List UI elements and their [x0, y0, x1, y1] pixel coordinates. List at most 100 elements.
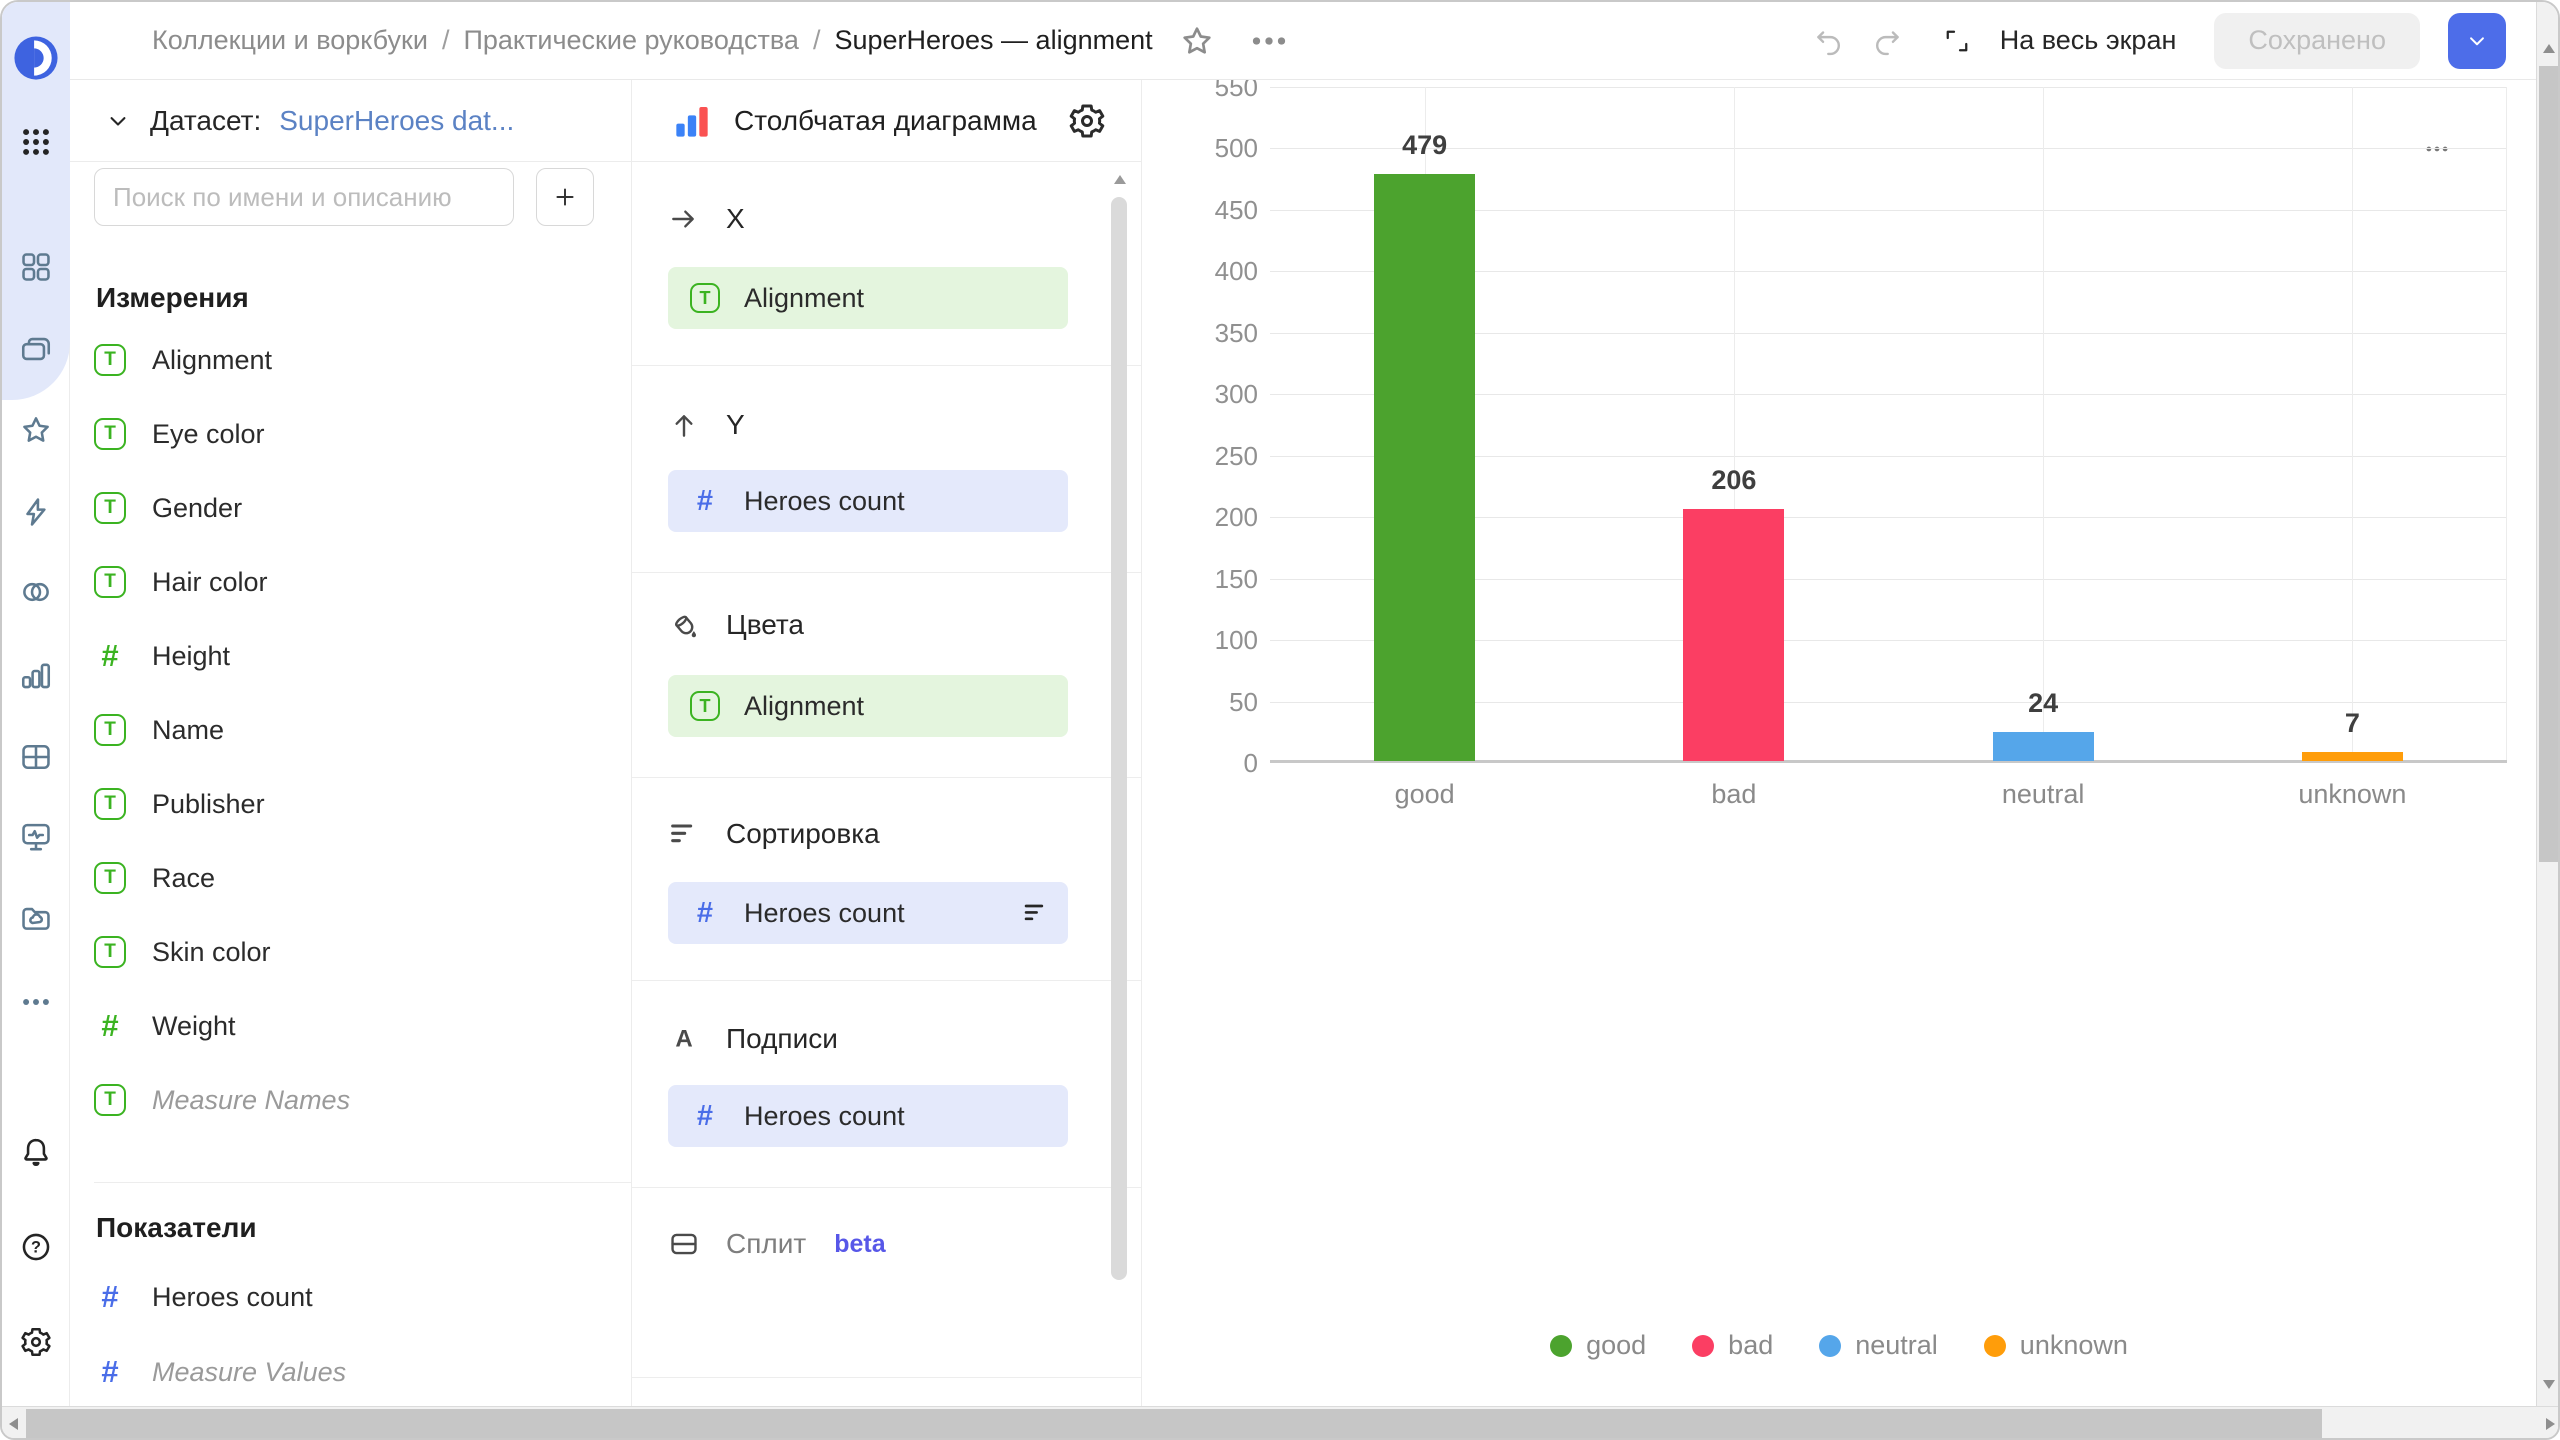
bar-neutral[interactable] — [1993, 732, 2094, 761]
field-label: Alignment — [152, 345, 272, 376]
field-item[interactable]: #Heroes count — [94, 1260, 594, 1334]
chip-x-alignment[interactable]: TAlignment — [668, 267, 1068, 329]
page-title: SuperHeroes — alignment — [834, 25, 1152, 56]
sidebar-table-icon[interactable] — [19, 740, 53, 774]
beta-badge: beta — [834, 1230, 885, 1259]
horizontal-scrollbar-thumb[interactable] — [26, 1409, 2322, 1440]
dataset-panel: Датасет: SuperHeroes dat... Измерения TA… — [70, 80, 632, 1406]
scroll-down-arrow[interactable] — [2543, 1380, 2555, 1389]
field-item[interactable]: THair color — [94, 545, 594, 619]
scroll-left-arrow[interactable] — [9, 1418, 18, 1430]
legend-item-neutral[interactable]: neutral — [1819, 1330, 1938, 1361]
sidebar-ellipsis-icon[interactable] — [19, 985, 53, 1019]
sidebar-star-icon[interactable] — [19, 413, 53, 447]
sidebar-folder-cloud-icon[interactable] — [19, 902, 53, 936]
scroll-right-arrow[interactable] — [2546, 1418, 2555, 1430]
vertical-scrollbar-thumb[interactable] — [2539, 66, 2560, 862]
horizontal-scrollbar[interactable] — [2, 1406, 2560, 1440]
sidebar-collections-icon[interactable] — [19, 332, 53, 366]
gridline — [1270, 87, 2507, 88]
text-field-icon: T — [94, 492, 126, 524]
field-item[interactable]: TPublisher — [94, 767, 594, 841]
chip-label: Heroes count — [744, 898, 905, 929]
text-field-icon: T — [94, 714, 126, 746]
field-item[interactable]: TSkin color — [94, 915, 594, 989]
sidebar-help-icon[interactable]: ? — [19, 1230, 53, 1264]
divider — [632, 980, 1141, 981]
top-bar: Коллекции и воркбуки / Практические руково… — [70, 2, 2536, 80]
fullscreen-label[interactable]: На весь экран — [2000, 25, 2177, 56]
field-item[interactable]: #Height — [94, 619, 594, 693]
sidebar-bell-icon[interactable] — [19, 1135, 53, 1169]
bar-good[interactable] — [1374, 174, 1475, 761]
chart-type-label[interactable]: Столбчатая диаграмма — [734, 105, 1037, 137]
field-search-input[interactable] — [94, 168, 514, 226]
config-scrollbar-thumb[interactable] — [1111, 197, 1127, 1280]
breadcrumb-separator: / — [442, 25, 450, 56]
legend-color-dot — [1692, 1335, 1714, 1357]
number-field-icon: # — [94, 1354, 126, 1390]
sidebar-gear-icon[interactable] — [19, 1325, 53, 1359]
chip-labels-heroes-count[interactable]: #Heroes count — [668, 1085, 1068, 1147]
field-item[interactable]: TMeasure Names — [94, 1063, 594, 1137]
save-dropdown-button[interactable] — [2448, 13, 2506, 69]
chart-settings-icon[interactable] — [1067, 101, 1107, 141]
sidebar-monitor-icon[interactable] — [19, 820, 53, 854]
legend-color-dot — [1819, 1335, 1841, 1357]
section-sort: Сортировка — [668, 814, 880, 854]
chip-y-heroes-count[interactable]: #Heroes count — [668, 470, 1068, 532]
entry-more-menu-icon[interactable] — [1249, 21, 1289, 61]
favorite-star-icon[interactable] — [1179, 23, 1215, 59]
redo-icon[interactable] — [1872, 25, 1904, 57]
chip-sort-heroes-count[interactable]: #Heroes count — [668, 882, 1068, 944]
left-nav-rail: ? — [2, 2, 70, 1406]
sidebar-apps-grid-icon[interactable] — [19, 125, 53, 159]
sidebar-dashboards-icon[interactable] — [19, 250, 53, 284]
field-label: Race — [152, 863, 215, 894]
section-y: Y — [668, 405, 745, 445]
field-item[interactable]: #Weight — [94, 989, 594, 1063]
add-field-button[interactable] — [536, 168, 594, 226]
undo-icon[interactable] — [1812, 25, 1844, 57]
field-item[interactable]: #Measure Values — [94, 1335, 594, 1409]
legend-item-unknown[interactable]: unknown — [1984, 1330, 2128, 1361]
sort-direction-icon[interactable] — [1022, 899, 1050, 927]
config-scroll-up-arrow[interactable] — [1114, 175, 1126, 184]
datalens-logo-icon[interactable] — [13, 35, 59, 81]
breadcrumb-item[interactable]: Коллекции и воркбуки — [152, 25, 428, 56]
svg-text:?: ? — [31, 1239, 41, 1257]
legend-label: unknown — [2020, 1330, 2128, 1361]
field-item[interactable]: TGender — [94, 471, 594, 545]
chip-colors-alignment[interactable]: TAlignment — [668, 675, 1068, 737]
chevron-down-icon[interactable] — [104, 107, 132, 135]
saved-button[interactable]: Сохранено — [2214, 13, 2420, 69]
field-item[interactable]: TRace — [94, 841, 594, 915]
x-axis-category-label: unknown — [2242, 779, 2462, 810]
field-item[interactable]: TName — [94, 693, 594, 767]
y-axis-tick-label: 50 — [1144, 687, 1258, 718]
sidebar-bar-chart-icon[interactable] — [19, 658, 53, 692]
bar-bad[interactable] — [1683, 509, 1784, 761]
dataset-name-link[interactable]: SuperHeroes dat... — [279, 105, 514, 137]
fullscreen-icon[interactable] — [1942, 26, 1972, 56]
chart-panel: 050100150200250300350400450500550 479206… — [1142, 80, 2536, 1406]
chart-type-header: Столбчатая диаграмма — [632, 80, 1141, 162]
legend-item-good[interactable]: good — [1550, 1330, 1646, 1361]
field-item[interactable]: TEye color — [94, 397, 594, 471]
section-split: Сплитbeta — [668, 1224, 886, 1264]
field-label: Weight — [152, 1011, 236, 1042]
legend-item-bad[interactable]: bad — [1692, 1330, 1773, 1361]
split-icon — [668, 1228, 700, 1260]
field-item[interactable]: TAlignment — [94, 323, 594, 397]
number-field-icon: # — [94, 638, 126, 674]
sidebar-circles-icon[interactable] — [19, 575, 53, 609]
sidebar-lightning-icon[interactable] — [19, 495, 53, 529]
y-axis-tick-label: 200 — [1144, 502, 1258, 533]
breadcrumb-item[interactable]: Практические руководства — [463, 25, 798, 56]
vertical-scrollbar[interactable] — [2536, 2, 2560, 1406]
bar-value-label: 7 — [2272, 708, 2432, 739]
bar-unknown[interactable] — [2302, 752, 2403, 761]
bar-chart-type-icon[interactable] — [672, 101, 712, 141]
scroll-up-arrow[interactable] — [2543, 44, 2555, 53]
y-axis-tick-label: 250 — [1144, 441, 1258, 472]
